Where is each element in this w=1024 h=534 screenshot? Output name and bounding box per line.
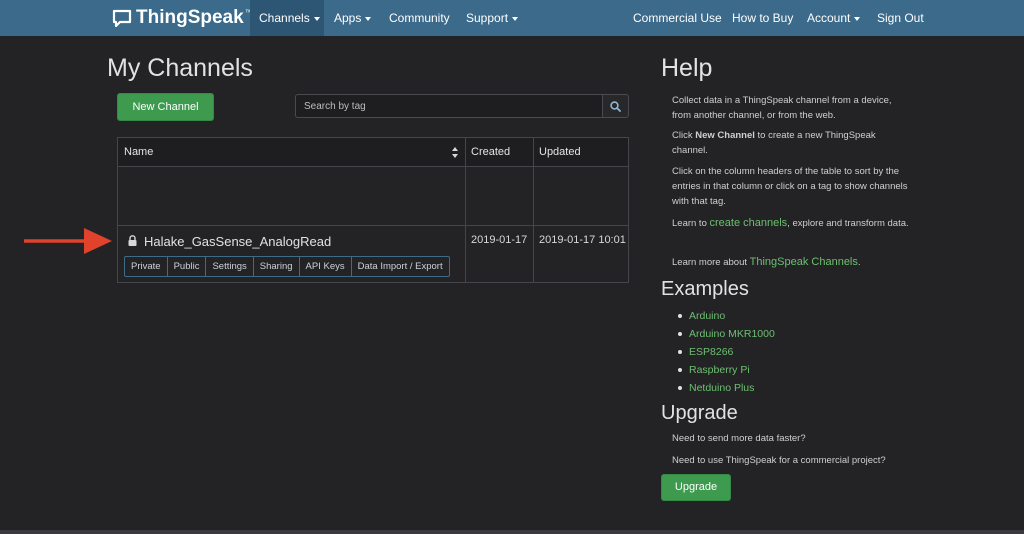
nav-how-to-buy[interactable]: How to Buy — [732, 0, 793, 36]
brand-logo[interactable]: ThingSpeak ™ — [112, 6, 253, 30]
column-header-updated[interactable]: Updated — [533, 138, 628, 166]
table-header: Name Created Updated — [118, 138, 628, 167]
bullet-icon — [678, 386, 682, 391]
caret-down-icon — [365, 16, 372, 21]
private-view-button[interactable]: Private — [125, 257, 168, 276]
upgrade-question-commercial: Need to use ThingSpeak for a commercial … — [672, 455, 886, 466]
caret-down-icon — [512, 16, 519, 21]
lock-icon — [128, 235, 137, 246]
bullet-icon — [678, 332, 682, 337]
example-link-esp8266[interactable]: ESP8266 — [689, 346, 733, 358]
nav-channels-label: Channels — [259, 11, 310, 25]
api-keys-button[interactable]: API Keys — [300, 257, 352, 276]
chat-bubble-logo-icon — [112, 9, 132, 27]
new-channel-button[interactable]: New Channel — [117, 93, 214, 121]
help-text-learn: Learn to create channels, explore and tr… — [672, 216, 912, 231]
bullet-icon — [678, 368, 682, 373]
sharing-button[interactable]: Sharing — [254, 257, 300, 276]
settings-button[interactable]: Settings — [206, 257, 254, 276]
help-text-fragment: Learn more about — [672, 257, 750, 268]
channel-updated-date: 2019-01-17 10:01 — [539, 234, 626, 246]
create-channels-link[interactable]: create channels — [710, 217, 788, 229]
caret-down-icon — [313, 16, 320, 21]
nav-commercial-use[interactable]: Commercial Use — [633, 0, 722, 36]
help-text-fragment: . — [857, 257, 861, 268]
example-link-arduino[interactable]: Arduino — [689, 310, 725, 322]
help-text-sort: Click on the column headers of the table… — [672, 166, 908, 207]
thingspeak-channels-link[interactable]: ThingSpeak Channels — [750, 256, 858, 268]
help-text-fragment: Learn to — [672, 218, 710, 229]
list-item: ESP8266 — [678, 344, 775, 362]
example-link-raspberry-pi[interactable]: Raspberry Pi — [689, 364, 750, 376]
nav-account[interactable]: Account — [807, 0, 861, 36]
upgrade-button[interactable]: Upgrade — [661, 474, 731, 501]
column-divider — [465, 138, 466, 282]
example-link-arduino-mkr1000[interactable]: Arduino MKR1000 — [689, 328, 775, 340]
nav-apps[interactable]: Apps — [334, 0, 372, 36]
nav-community-label: Community — [389, 11, 450, 25]
column-divider — [533, 138, 534, 282]
list-item: Raspberry Pi — [678, 362, 775, 380]
help-text-new-channel-bold: New Channel — [695, 130, 755, 141]
top-navbar: ThingSpeak ™ Channels Apps Community Supp… — [0, 0, 1024, 36]
bottom-scrollbar — [0, 530, 1024, 534]
help-text-fragment: , explore and transform data. — [787, 218, 909, 229]
help-heading: Help — [661, 54, 713, 82]
help-text-new-channel: Click New Channel to create a new ThingS… — [672, 128, 912, 158]
red-arrow-annotation — [24, 228, 112, 254]
bullet-icon — [678, 314, 682, 319]
nav-community[interactable]: Community — [389, 0, 450, 36]
help-text-learn-more: Learn more about ThingSpeak Channels. — [672, 255, 912, 270]
nav-support-label: Support — [466, 11, 509, 25]
channel-created-date: 2019-01-17 — [471, 234, 528, 246]
data-import-export-button[interactable]: Data Import / Export — [352, 257, 449, 276]
column-header-created[interactable]: Created — [465, 138, 533, 166]
page-title: My Channels — [107, 54, 253, 82]
nav-how-to-buy-label: How to Buy — [732, 11, 794, 25]
help-text-fragment: Click — [672, 130, 696, 141]
channels-table: Name Created Updated Halake_GasSense_Ana… — [117, 137, 629, 283]
list-item: Arduino — [678, 308, 775, 326]
search-input[interactable] — [295, 94, 603, 118]
public-view-button[interactable]: Public — [168, 257, 207, 276]
nav-sign-out[interactable]: Sign Out — [877, 0, 924, 36]
nav-sign-out-label: Sign Out — [877, 11, 924, 25]
nav-apps-label: Apps — [334, 11, 362, 25]
nav-channels[interactable]: Channels — [250, 0, 324, 36]
bullet-icon — [678, 350, 682, 355]
channel-action-buttons: Private Public Settings Sharing API Keys… — [124, 256, 450, 277]
nav-commercial-use-label: Commercial Use — [633, 11, 722, 25]
examples-heading: Examples — [661, 278, 749, 300]
search-icon — [610, 100, 621, 112]
channel-name-link[interactable]: Halake_GasSense_AnalogRead — [144, 234, 331, 249]
examples-list: Arduino Arduino MKR1000 ESP8266 Raspberr… — [678, 308, 775, 398]
column-header-name[interactable]: Name — [118, 138, 465, 166]
search-button[interactable] — [602, 94, 629, 118]
upgrade-heading: Upgrade — [661, 402, 738, 424]
nav-support[interactable]: Support — [466, 0, 519, 36]
help-text-collect: Collect data in a ThingSpeak channel fro… — [672, 95, 892, 121]
caret-down-icon — [854, 16, 861, 21]
example-link-netduino-plus[interactable]: Netduino Plus — [689, 382, 754, 394]
brand-name: ThingSpeak — [136, 7, 244, 28]
sort-icon[interactable] — [452, 147, 458, 158]
nav-account-label: Account — [807, 11, 851, 25]
row-divider — [118, 225, 628, 226]
list-item: Netduino Plus — [678, 380, 775, 398]
upgrade-question-faster: Need to send more data faster? — [672, 433, 806, 444]
list-item: Arduino MKR1000 — [678, 326, 775, 344]
